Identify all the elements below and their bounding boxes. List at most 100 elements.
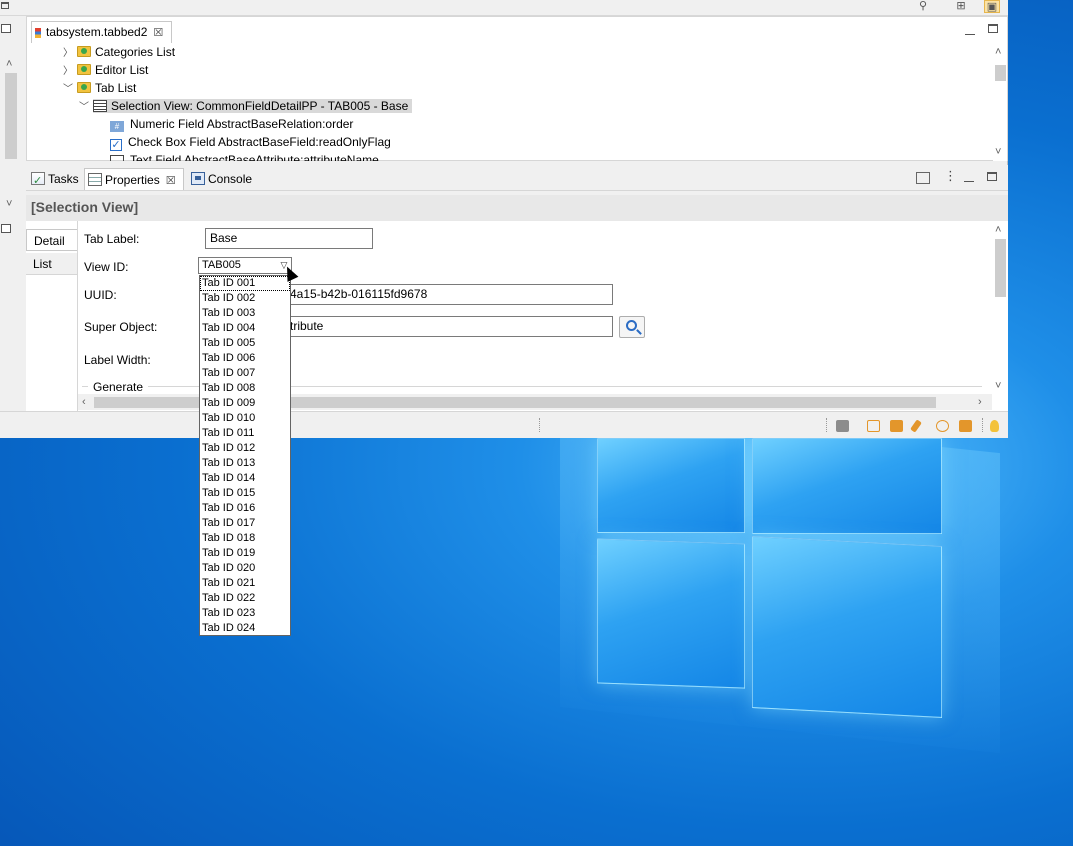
text-field-icon — [110, 155, 124, 161]
status-bar — [0, 411, 1008, 438]
dropdown-item[interactable]: Tab ID 009 — [200, 396, 290, 411]
status-divider — [826, 418, 827, 432]
side-tab-detail[interactable]: Detail — [26, 229, 77, 251]
progress-icon[interactable] — [836, 420, 849, 432]
model-file-icon — [35, 28, 41, 38]
scroll-up-arrow-icon[interactable]: ˄ — [6, 59, 12, 70]
properties-title: [Selection View] — [26, 195, 1008, 221]
tree-item[interactable]: ✓ Check Box Field AbstractBaseField:readO… — [110, 133, 391, 151]
eclipse-window: ⚲ ⊞ ▣ ˄ ˅ tabsystem.tabbed2 ☒ 〉 Categories… — [0, 0, 1008, 438]
close-icon[interactable]: ☒ — [153, 27, 163, 39]
close-icon[interactable]: ☒ — [166, 175, 176, 187]
scroll-left-arrow-icon[interactable]: ‹ — [82, 397, 86, 408]
dropdown-item[interactable]: Tab ID 015 — [200, 486, 290, 501]
dropdown-item[interactable]: Tab ID 008 — [200, 381, 290, 396]
tree-item[interactable]: 〉 Editor List — [63, 61, 148, 79]
tab-tasks[interactable]: Tasks — [28, 168, 84, 192]
scroll-thumb[interactable] — [5, 73, 17, 159]
dropdown-item[interactable]: Tab ID 021 — [200, 576, 290, 591]
editor-tab[interactable]: tabsystem.tabbed2 ☒ — [31, 21, 173, 43]
dropdown-item[interactable]: Tab ID 016 — [200, 501, 290, 516]
dropdown-item[interactable]: Tab ID 012 — [200, 441, 290, 456]
model-tree[interactable]: 〉 Categories List 〉 Editor List ﹀ Tab List … — [27, 43, 993, 161]
check-box-icon: ✓ — [110, 139, 122, 151]
selection-view-icon — [93, 100, 107, 112]
restore-icon[interactable] — [0, 0, 10, 13]
maximize-editor-icon[interactable] — [988, 23, 998, 35]
tree-scrollbar[interactable]: ˄ ˅ — [993, 43, 1007, 161]
clipboard-icon[interactable] — [959, 420, 972, 432]
dropdown-item[interactable]: Tab ID 005 — [200, 336, 290, 351]
tree-item[interactable]: Text Field AbstractBaseAttribute:attribu… — [110, 151, 379, 161]
dropdown-item[interactable]: Tab ID 002 — [200, 291, 290, 306]
scroll-down-arrow-icon[interactable]: ˅ — [995, 147, 1001, 158]
super-object-search-button[interactable] — [619, 316, 645, 338]
dropdown-item[interactable]: Tab ID 014 — [200, 471, 290, 486]
chevron-down-icon[interactable]: ﹀ — [79, 99, 93, 117]
dropdown-item[interactable]: Tab ID 022 — [200, 591, 290, 606]
dropdown-item[interactable]: Tab ID 010 — [200, 411, 290, 426]
dropdown-item[interactable]: Tab ID 019 — [200, 546, 290, 561]
dropdown-item[interactable]: Tab ID 007 — [200, 366, 290, 381]
scroll-down-arrow-icon[interactable]: ˅ — [6, 199, 12, 210]
view-id-combo[interactable]: TAB005 ▽ — [198, 257, 292, 274]
scroll-down-arrow-icon[interactable]: ˅ — [995, 381, 1001, 392]
minimize-editor-icon[interactable] — [965, 25, 975, 37]
folder-icon — [77, 64, 91, 75]
scroll-right-arrow-icon[interactable]: › — [978, 397, 982, 408]
wand-icon[interactable] — [910, 419, 922, 433]
tree-item-selected[interactable]: ﹀ Selection View: CommonFieldDetailPP - T… — [79, 97, 413, 117]
tab-console[interactable]: Console — [188, 168, 260, 190]
perspective-icon[interactable]: ▣ — [984, 0, 1000, 13]
editor-part: tabsystem.tabbed2 ☒ 〉 Categories List 〉 Edi… — [26, 16, 1008, 161]
search-icon[interactable]: ⚲ — [915, 0, 931, 13]
dropdown-item[interactable]: Tab ID 020 — [200, 561, 290, 576]
views-part: Tasks Properties☒ Console ⋮ [Selection V… — [26, 165, 1008, 411]
dropdown-item[interactable]: Tab ID 001 — [200, 276, 290, 291]
tab-label-input[interactable]: Base — [205, 228, 373, 249]
left-scrollbar[interactable]: ˄ ˅ — [4, 59, 18, 229]
windows-logo-pane-bl — [597, 538, 745, 689]
super-object-label: Super Object: — [84, 320, 158, 334]
dropdown-item[interactable]: Tab ID 023 — [200, 606, 290, 621]
scroll-thumb[interactable] — [995, 65, 1006, 81]
properties-vertical-scrollbar[interactable]: ˄ ˅ — [992, 221, 1008, 394]
restore-editor-icon[interactable] — [1, 24, 11, 33]
restore-view-icon[interactable] — [1, 224, 11, 233]
tree-item[interactable]: # Numeric Field AbstractBaseRelation:orde… — [110, 115, 353, 133]
graduation-cap-icon[interactable] — [890, 420, 903, 432]
windows-logo-pane-tl — [597, 438, 745, 533]
numeric-field-icon: # — [110, 121, 124, 132]
dropdown-item[interactable]: Tab ID 024 — [200, 621, 290, 635]
dropdown-item[interactable]: Tab ID 018 — [200, 531, 290, 546]
view-menu-icon[interactable]: ⋮ — [944, 169, 957, 182]
minimize-view-icon[interactable] — [964, 172, 974, 184]
dropdown-item[interactable]: Tab ID 017 — [200, 516, 290, 531]
folder-icon — [77, 46, 91, 57]
status-divider — [982, 418, 983, 432]
pin-view-icon[interactable] — [916, 172, 930, 184]
scroll-up-arrow-icon[interactable]: ˄ — [995, 47, 1001, 58]
maximize-view-icon[interactable] — [987, 171, 997, 183]
smiley-icon[interactable] — [936, 420, 949, 432]
tree-item[interactable]: 〉 Categories List — [63, 43, 175, 61]
dropdown-item[interactable]: Tab ID 013 — [200, 456, 290, 471]
properties-side-tabs: Detail List — [26, 221, 78, 411]
scroll-thumb[interactable] — [995, 239, 1006, 297]
book-icon[interactable] — [867, 420, 880, 432]
lightbulb-icon[interactable] — [990, 420, 999, 432]
dropdown-item[interactable]: Tab ID 004 — [200, 321, 290, 336]
folder-icon — [77, 82, 91, 93]
side-tab-list[interactable]: List — [26, 253, 77, 275]
tab-properties[interactable]: Properties ☒ — [84, 168, 184, 190]
scroll-up-arrow-icon[interactable]: ˄ — [995, 225, 1001, 236]
open-perspective-icon[interactable]: ⊞ — [953, 0, 969, 13]
view-id-dropdown-list[interactable]: Tab ID 001 Tab ID 002 Tab ID 003 Tab ID … — [199, 275, 291, 636]
dropdown-item[interactable]: Tab ID 003 — [200, 306, 290, 321]
view-id-label: View ID: — [84, 260, 129, 274]
dropdown-item[interactable]: Tab ID 011 — [200, 426, 290, 441]
dropdown-item[interactable]: Tab ID 006 — [200, 351, 290, 366]
tasks-icon — [31, 170, 45, 192]
tree-item[interactable]: ﹀ Tab List — [63, 79, 136, 97]
chevron-down-icon[interactable]: ﹀ — [63, 81, 77, 99]
